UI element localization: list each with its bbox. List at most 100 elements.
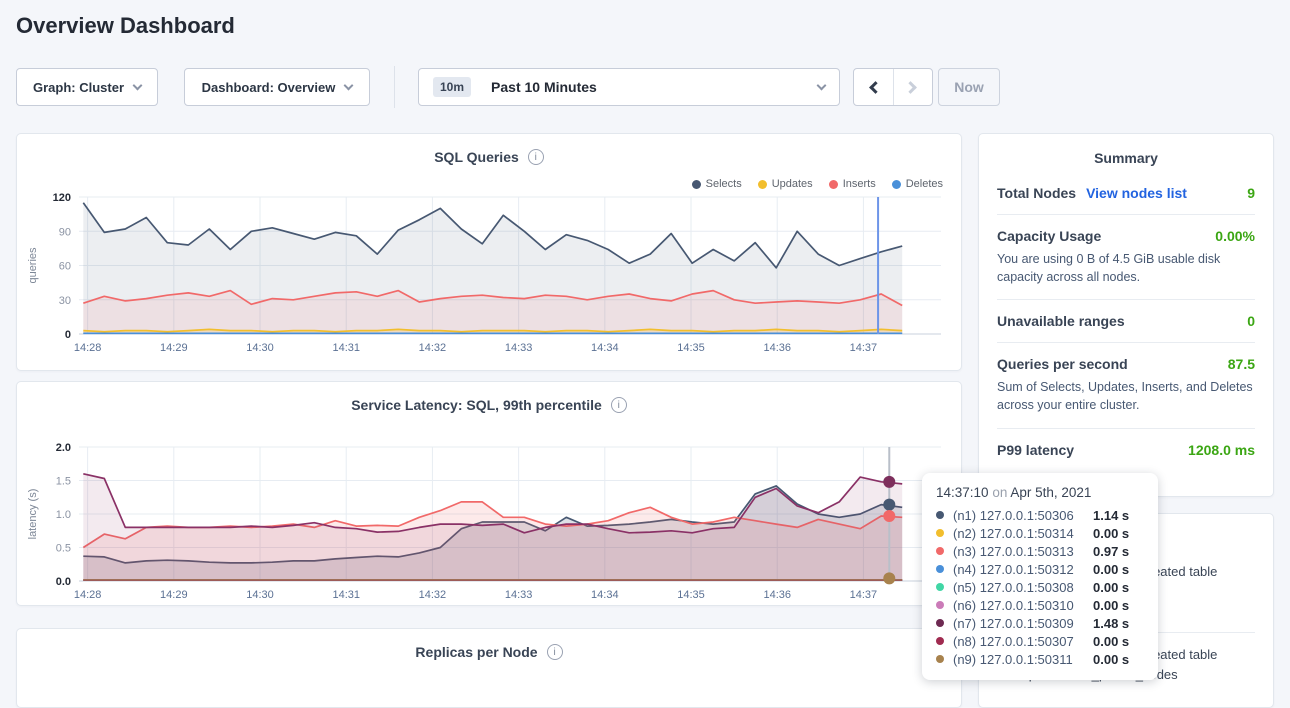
dashboard-dropdown[interactable]: Dashboard: Overview — [184, 68, 370, 106]
chart-title-text: SQL Queries — [434, 149, 519, 165]
tooltip-series-dot — [936, 529, 944, 537]
Service Latency: SQL, 99th percentile-svg: 0.00.51.01.52.0latency (s)14:2814:2914:3… — [17, 438, 963, 610]
tooltip-series-dot — [936, 565, 944, 573]
legend-dot — [829, 180, 838, 189]
info-icon[interactable]: i — [528, 149, 544, 165]
chevron-left-icon — [869, 81, 882, 94]
svg-text:2.0: 2.0 — [56, 442, 71, 454]
legend-item-Deletes[interactable]: Deletes — [892, 178, 943, 190]
chevron-down-icon — [133, 80, 143, 90]
tooltip-series-value: 0.00 s — [1093, 634, 1129, 649]
tooltip-series-label: (n3) 127.0.0.1:50313 — [953, 544, 1093, 559]
summary-row-label: Unavailable ranges — [997, 313, 1125, 329]
legend-item-Updates[interactable]: Updates — [758, 178, 813, 190]
svg-text:14:32: 14:32 — [419, 589, 447, 601]
svg-text:14:31: 14:31 — [332, 589, 360, 601]
now-button[interactable]: Now — [938, 68, 1000, 106]
svg-text:0.0: 0.0 — [56, 576, 71, 588]
page-title: Overview Dashboard — [16, 13, 235, 39]
svg-text:14:34: 14:34 — [591, 342, 619, 354]
tooltip-series-label: (n9) 127.0.0.1:50311 — [953, 652, 1093, 667]
summary-title: Summary — [979, 150, 1273, 166]
tooltip-row: (n2) 127.0.0.1:503140.00 s — [936, 524, 1144, 542]
tooltip-series-value: 1.48 s — [1093, 616, 1129, 631]
tooltip-series-value: 1.14 s — [1093, 508, 1129, 523]
legend-label: Inserts — [843, 178, 876, 190]
tooltip-series-value: 0.00 s — [1093, 562, 1129, 577]
service-latency-title: Service Latency: SQL, 99th percentile i — [17, 397, 961, 413]
crosshair-tooltip: 14:37:10 on Apr 5th, 2021 (n1) 127.0.0.1… — [922, 473, 1158, 680]
summary-row-value: 87.5 — [1228, 356, 1255, 372]
time-range-selector[interactable]: 10m Past 10 Minutes — [418, 68, 840, 106]
tooltip-row: (n1) 127.0.0.1:503061.14 s — [936, 506, 1144, 524]
svg-text:90: 90 — [59, 226, 71, 238]
tooltip-series-dot — [936, 619, 944, 627]
svg-text:120: 120 — [53, 192, 71, 204]
previous-range-button[interactable] — [854, 69, 893, 105]
legend-label: Deletes — [906, 178, 943, 190]
replicas-per-node-title: Replicas per Node i — [17, 644, 961, 660]
replicas-per-node-card: Replicas per Node i — [16, 628, 962, 708]
summary-row: P99 latency1208.0 ms — [997, 428, 1255, 471]
tooltip-sep: on — [992, 485, 1007, 500]
summary-row-value: 1208.0 ms — [1188, 442, 1255, 458]
tooltip-row: (n6) 127.0.0.1:503100.00 s — [936, 596, 1144, 614]
svg-text:1.5: 1.5 — [56, 476, 71, 488]
summary-row-value: 0.00% — [1215, 228, 1255, 244]
legend-label: Updates — [772, 178, 813, 190]
graph-dropdown[interactable]: Graph: Cluster — [16, 68, 158, 106]
service-latency-plot-area[interactable]: 0.00.51.01.52.0latency (s)14:2814:2914:3… — [17, 438, 963, 610]
legend-dot — [758, 180, 767, 189]
hover-dot — [883, 476, 895, 488]
svg-text:14:35: 14:35 — [677, 589, 705, 601]
legend-item-Selects[interactable]: Selects — [692, 178, 742, 190]
legend-item-Inserts[interactable]: Inserts — [829, 178, 876, 190]
summary-row-value: 9 — [1247, 185, 1255, 201]
sql-queries-title: SQL Queries i — [17, 149, 961, 165]
svg-text:14:29: 14:29 — [160, 589, 188, 601]
tooltip-series-value: 0.00 s — [1093, 580, 1129, 595]
tooltip-series-label: (n6) 127.0.0.1:50310 — [953, 598, 1093, 613]
svg-text:14:28: 14:28 — [74, 342, 102, 354]
svg-text:14:37: 14:37 — [850, 589, 878, 601]
tooltip-row: (n4) 127.0.0.1:503120.00 s — [936, 560, 1144, 578]
tooltip-series-label: (n8) 127.0.0.1:50307 — [953, 634, 1093, 649]
time-range-label: Past 10 Minutes — [491, 79, 597, 95]
summary-row-value: 0 — [1247, 313, 1255, 329]
svg-text:14:35: 14:35 — [677, 342, 705, 354]
svg-text:14:30: 14:30 — [246, 342, 274, 354]
hover-dot — [883, 572, 895, 584]
tooltip-series-dot — [936, 601, 944, 609]
tooltip-series-dot — [936, 583, 944, 591]
tooltip-series-label: (n7) 127.0.0.1:50309 — [953, 616, 1093, 631]
svg-text:60: 60 — [59, 261, 71, 273]
sql-queries-plot-area[interactable]: 0306090120queries14:2814:2914:3014:3114:… — [17, 190, 963, 362]
svg-text:30: 30 — [59, 295, 71, 307]
service-latency-card: Service Latency: SQL, 99th percentile i … — [16, 381, 962, 606]
summary-row: Capacity Usage0.00%You are using 0 B of … — [997, 214, 1255, 299]
sql-queries-legend: Selects Updates Inserts Deletes — [692, 178, 943, 190]
legend-dot — [892, 180, 901, 189]
summary-row-label: Queries per second — [997, 356, 1128, 372]
chart-title-text: Service Latency: SQL, 99th percentile — [351, 397, 602, 413]
time-step-buttons — [853, 68, 933, 106]
chart-title-text: Replicas per Node — [415, 644, 537, 660]
svg-text:14:33: 14:33 — [505, 589, 533, 601]
tooltip-series-label: (n1) 127.0.0.1:50306 — [953, 508, 1093, 523]
summary-panel: Summary Total NodesView nodes list9Capac… — [978, 133, 1274, 497]
svg-text:14:31: 14:31 — [332, 342, 360, 354]
dashboard-dropdown-label: Dashboard: Overview — [202, 80, 336, 95]
tooltip-row: (n7) 127.0.0.1:503091.48 s — [936, 614, 1144, 632]
info-icon[interactable]: i — [547, 644, 563, 660]
summary-rows: Total NodesView nodes list9Capacity Usag… — [979, 166, 1273, 471]
tooltip-time: 14:37:10 — [936, 485, 989, 500]
info-icon[interactable]: i — [611, 397, 627, 413]
summary-row: Total NodesView nodes list9 — [997, 172, 1255, 214]
tooltip-series-dot — [936, 511, 944, 519]
next-range-button[interactable] — [893, 69, 933, 105]
time-range-badge: 10m — [433, 77, 471, 97]
chevron-down-icon — [817, 80, 827, 90]
view-nodes-list-link[interactable]: View nodes list — [1086, 185, 1187, 201]
tooltip-row: (n3) 127.0.0.1:503130.97 s — [936, 542, 1144, 560]
tooltip-row: (n8) 127.0.0.1:503070.00 s — [936, 632, 1144, 650]
